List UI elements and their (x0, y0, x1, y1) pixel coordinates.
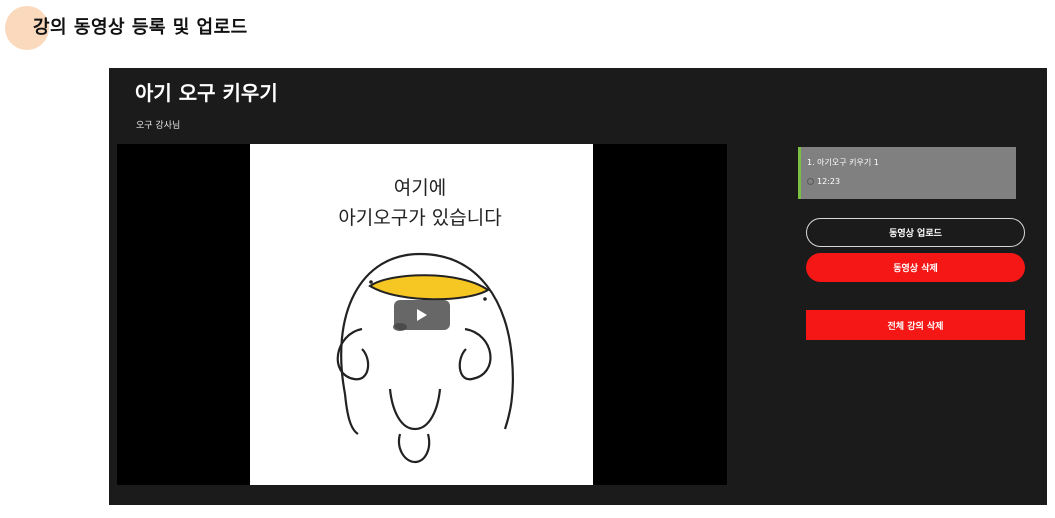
delete-video-button[interactable]: 동영상 삭제 (806, 253, 1025, 282)
video-frame: 여기에 아기오구가 있습니다 (250, 144, 593, 485)
video-player[interactable]: 여기에 아기오구가 있습니다 (117, 144, 727, 485)
thumbnail-caption-line2: 아기오구가 있습니다 (338, 207, 501, 229)
page-heading-area: 강의 동영상 등록 및 업로드 (0, 0, 400, 60)
page-title: 강의 동영상 등록 및 업로드 (33, 17, 248, 38)
delete-all-lectures-button[interactable]: 전체 강의 삭제 (806, 310, 1025, 340)
clock-icon (807, 178, 814, 185)
lesson-item[interactable]: 1. 아기오구 키우기 1 12:23 (798, 147, 1016, 199)
upload-video-button[interactable]: 동영상 업로드 (806, 218, 1025, 247)
lesson-duration: 12:23 (817, 177, 841, 186)
thumbnail-caption-line1: 여기에 (394, 177, 446, 199)
instructor-name: 오구 강사님 (136, 121, 181, 131)
play-icon (417, 309, 427, 321)
course-panel: 아기 오구 키우기 오구 강사님 여기에 아기오구가 있습니다 1. 아기오구 … (109, 68, 1047, 505)
play-button[interactable] (394, 300, 450, 330)
course-title: 아기 오구 키우기 (135, 81, 278, 105)
lesson-duration-row: 12:23 (807, 177, 840, 186)
lesson-title: 1. 아기오구 키우기 1 (807, 158, 879, 167)
